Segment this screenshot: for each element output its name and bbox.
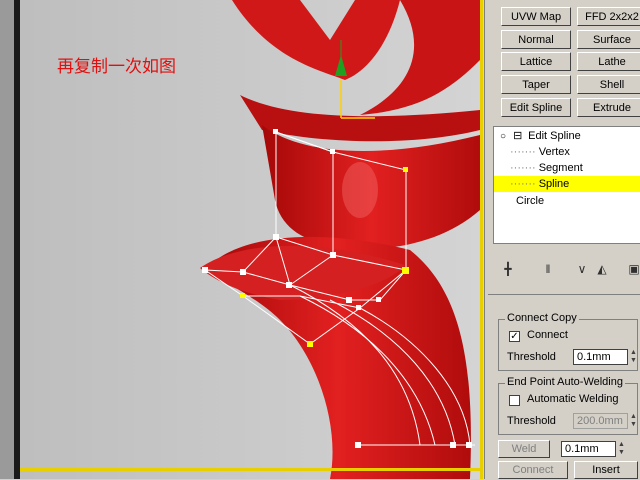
surface-button[interactable]: Surface (577, 30, 640, 49)
weld-value-input[interactable]: 0.1mm (561, 441, 616, 457)
max-window: 再复制一次如图 UVW Map FFD 2x2x2 Normal Surface… (0, 0, 640, 479)
weld-threshold-label: Threshold (507, 415, 556, 427)
perspective-viewport[interactable]: 再复制一次如图 (0, 0, 484, 479)
connect-threshold-input[interactable]: 0.1mm (573, 349, 628, 365)
tree-line-icon: ······· (510, 178, 536, 190)
stack-item-label: Vertex (538, 146, 570, 158)
active-viewport-border-bottom (20, 468, 482, 471)
show-end-result-icon[interactable]: ‖ (539, 260, 557, 278)
make-unique-icon[interactable]: ∨ (573, 260, 591, 278)
stack-item-edit-spline[interactable]: ○ ⊟ Edit Spline (500, 128, 640, 144)
stack-item-label: Edit Spline (528, 130, 581, 142)
viewport-left-divider (14, 0, 20, 479)
geometry-rollout: Connect Copy ✓ Connect Threshold 0.1mm ▲… (488, 294, 640, 480)
stack-item-circle[interactable]: Circle (516, 193, 544, 209)
extrude-button[interactable]: Extrude (577, 98, 640, 117)
weld-value-spinner-icon[interactable]: ▲ ▼ (618, 441, 625, 457)
connect-copy-checkbox[interactable]: ✓ (509, 331, 520, 342)
modifier-stack[interactable]: ○ ⊟ Edit Spline ······· Vertex ······· S… (493, 126, 640, 244)
automatic-welding-label: Automatic Welding (527, 393, 619, 405)
uvw-map-button[interactable]: UVW Map (501, 7, 571, 26)
stack-item-segment[interactable]: ······· Segment (510, 160, 583, 176)
connect-threshold-label: Threshold (507, 351, 556, 363)
stack-item-spline[interactable]: ······· Spline (494, 176, 640, 192)
connect-copy-group: Connect Copy ✓ Connect Threshold 0.1mm ▲… (498, 312, 638, 371)
ffd-2x2x2-button[interactable]: FFD 2x2x2 (577, 7, 640, 26)
weld-button[interactable]: Weld (498, 440, 550, 458)
weld-threshold-spinner-icon[interactable]: ▲ ▼ (630, 413, 637, 429)
connect-button[interactable]: Connect (498, 461, 568, 479)
insert-button[interactable]: Insert (574, 461, 638, 479)
end-point-welding-group: End Point Auto-Welding Automatic Welding… (498, 376, 638, 435)
end-point-welding-title: End Point Auto-Welding (505, 376, 625, 388)
pin-stack-icon[interactable]: ╋ (499, 260, 517, 278)
taper-button[interactable]: Taper (501, 75, 571, 94)
tree-line-icon: ······· (510, 162, 536, 174)
command-panel: UVW Map FFD 2x2x2 Normal Surface Lattice… (484, 0, 640, 479)
collapse-toggle-icon[interactable]: ⊟ (513, 128, 525, 144)
shell-button[interactable]: Shell (577, 75, 640, 94)
cup-highlight (342, 162, 378, 218)
remove-modifier-icon[interactable]: ◭ (593, 260, 611, 278)
tutorial-caption: 再复制一次如图 (57, 57, 176, 77)
automatic-welding-checkbox[interactable] (509, 395, 520, 406)
weld-threshold-input[interactable]: 200.0mm (573, 413, 628, 429)
tree-line-icon: ······· (510, 146, 536, 158)
active-viewport-border (480, 0, 483, 479)
viewport-left-gutter (0, 0, 14, 479)
connect-threshold-spinner-icon[interactable]: ▲ ▼ (630, 349, 637, 365)
stack-item-label: Circle (516, 195, 545, 207)
configure-modifier-sets-icon[interactable]: ▣ (625, 260, 640, 278)
stack-item-label: Spline (538, 178, 570, 190)
stack-item-vertex[interactable]: ······· Vertex (510, 144, 570, 160)
stack-item-label: Segment (538, 162, 583, 174)
stack-toolbar: ╋ ‖ ∨ ◭ ▣ (493, 256, 640, 282)
normal-button[interactable]: Normal (501, 30, 571, 49)
lathe-button[interactable]: Lathe (577, 52, 640, 71)
lightbulb-icon[interactable]: ○ (500, 129, 510, 145)
lattice-button[interactable]: Lattice (501, 52, 571, 71)
edit-spline-button[interactable]: Edit Spline (501, 98, 571, 117)
connect-label: Connect (527, 329, 568, 341)
connect-copy-title: Connect Copy (505, 312, 579, 324)
